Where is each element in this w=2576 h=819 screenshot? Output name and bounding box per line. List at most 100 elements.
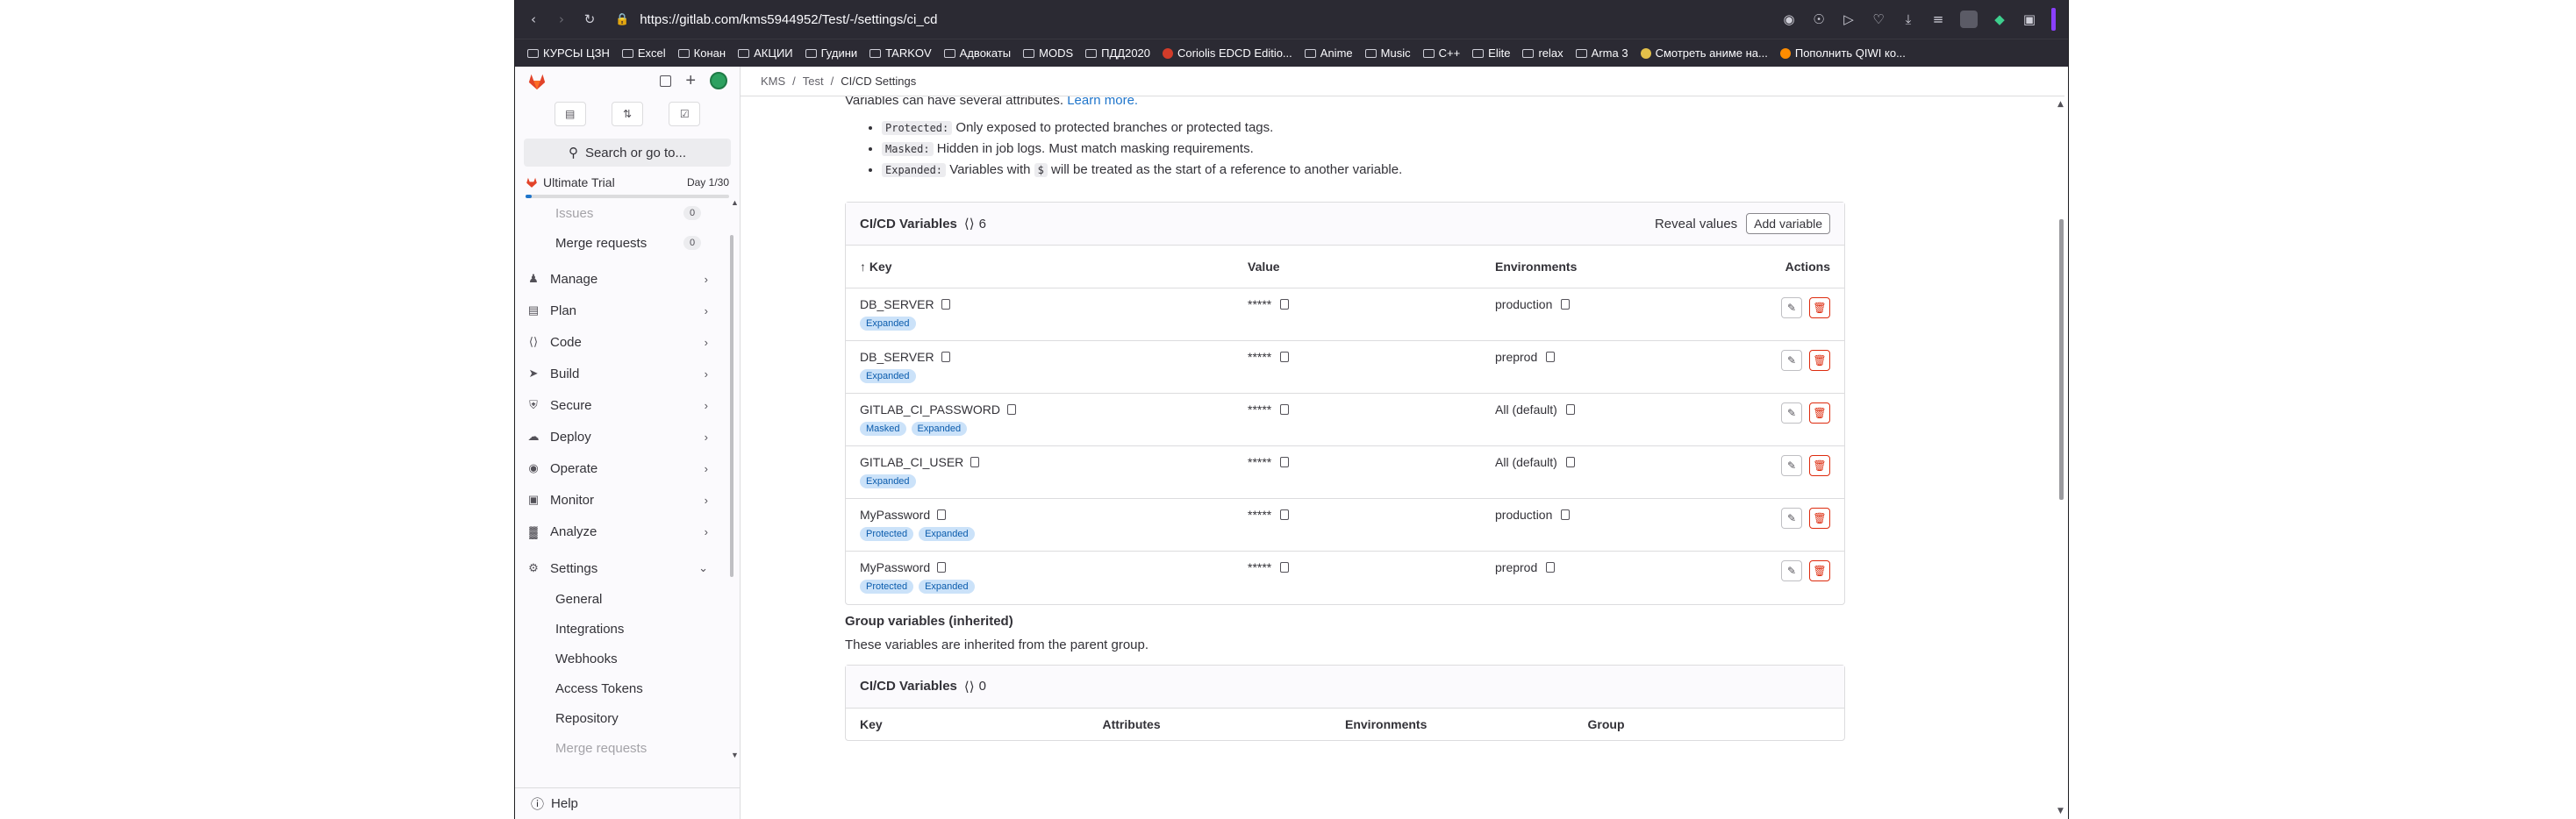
account-icon[interactable]: [1960, 11, 1978, 28]
sidebar-scrollbar[interactable]: ▲ ▼: [729, 198, 739, 759]
scrollbar-thumb[interactable]: [2059, 219, 2064, 500]
column-key[interactable]: ↑ Key: [846, 246, 1234, 288]
scrollbar-thumb[interactable]: [730, 235, 733, 577]
sidebar-item-merge-requests-settings[interactable]: Merge requests: [515, 733, 729, 759]
bookmark[interactable]: TARKOV: [869, 46, 932, 60]
sidebar-item-build[interactable]: ➤ Build ›: [515, 358, 729, 389]
plus-icon[interactable]: +: [685, 72, 696, 89]
extension-icon[interactable]: ◆: [1992, 11, 2007, 27]
learn-more-link[interactable]: Learn more.: [1067, 96, 1138, 108]
bookmark[interactable]: Excel: [621, 46, 666, 60]
sidebar-item-plan[interactable]: ▤ Plan ›: [515, 295, 729, 326]
url-text[interactable]: https://gitlab.com/kms5944952/Test/-/set…: [640, 12, 937, 27]
todo-tab-icon[interactable]: ☑: [669, 102, 701, 126]
edit-icon[interactable]: ✎: [1781, 297, 1802, 318]
bookmark[interactable]: Coriolis EDCD Editio...: [1163, 46, 1292, 60]
help-button[interactable]: ⓘ Help: [515, 787, 740, 819]
reveal-values-button[interactable]: Reveal values: [1655, 217, 1737, 231]
bookmark[interactable]: АКЦИИ: [738, 46, 793, 60]
shield-check-icon[interactable]: ☉: [1811, 11, 1827, 27]
delete-icon[interactable]: 🗑: [1809, 350, 1830, 371]
bookmark[interactable]: ПДД2020: [1085, 46, 1150, 60]
copy-icon[interactable]: [941, 299, 950, 310]
bookmark[interactable]: Anime: [1304, 46, 1353, 60]
bookmark[interactable]: Elite: [1472, 46, 1510, 60]
copy-icon[interactable]: [1546, 562, 1556, 573]
bookmark[interactable]: Адвокаты: [943, 46, 1011, 60]
delete-icon[interactable]: 🗑: [1809, 297, 1830, 318]
edit-icon[interactable]: ✎: [1781, 508, 1802, 529]
copy-icon[interactable]: [941, 352, 950, 362]
delete-icon[interactable]: 🗑: [1809, 402, 1830, 424]
bookmark[interactable]: Гудини: [805, 46, 857, 60]
sidebar-item-deploy[interactable]: ☁ Deploy ›: [515, 421, 729, 452]
copy-icon[interactable]: [1007, 404, 1017, 415]
copy-icon[interactable]: [1561, 509, 1571, 520]
copy-icon[interactable]: [1280, 457, 1290, 467]
sidebar-item-merge-requests[interactable]: Merge requests 0: [515, 228, 729, 258]
reload-icon[interactable]: ↻: [580, 10, 599, 29]
sidebar-item-analyze[interactable]: ▓ Analyze ›: [515, 516, 729, 547]
heart-icon[interactable]: ♡: [1871, 11, 1886, 27]
add-variable-button[interactable]: Add variable: [1746, 213, 1830, 234]
sidebar-item-secure[interactable]: ⛨ Secure ›: [515, 389, 729, 421]
scroll-up-icon[interactable]: ▲: [731, 198, 739, 207]
url-bar[interactable]: 🔒 https://gitlab.com/kms5944952/Test/-/s…: [615, 6, 1781, 32]
user-avatar[interactable]: [710, 72, 727, 89]
breadcrumb-test[interactable]: Test: [803, 75, 824, 88]
copy-icon[interactable]: [1280, 562, 1290, 573]
copy-icon[interactable]: [1561, 299, 1571, 310]
collapse-sidebar-icon[interactable]: [660, 75, 672, 87]
sidebar-item-operate[interactable]: ◉ Operate ›: [515, 452, 729, 484]
bookmark[interactable]: Arma 3: [1575, 46, 1628, 60]
edit-icon[interactable]: ✎: [1781, 350, 1802, 371]
delete-icon[interactable]: 🗑: [1809, 455, 1830, 476]
main-scrollbar[interactable]: ▲ ▼: [2056, 96, 2068, 819]
copy-icon[interactable]: [1280, 404, 1290, 415]
sidebar-item-monitor[interactable]: ▣ Monitor ›: [515, 484, 729, 516]
copy-icon[interactable]: [937, 562, 947, 573]
sidebar-item-settings[interactable]: ⚙ Settings ⌄: [515, 552, 729, 584]
delete-icon[interactable]: 🗑: [1809, 508, 1830, 529]
play-icon[interactable]: ▷: [1841, 11, 1857, 27]
bookmark[interactable]: Music: [1364, 46, 1411, 60]
bookmark[interactable]: КУРСЫ ЦЗН: [527, 46, 610, 60]
cube-icon[interactable]: ▣: [2021, 11, 2037, 27]
edit-icon[interactable]: ✎: [1781, 455, 1802, 476]
sidebar-item-access-tokens[interactable]: Access Tokens: [515, 673, 729, 703]
copy-icon[interactable]: [937, 509, 947, 520]
back-icon[interactable]: ‹: [524, 10, 543, 29]
sidebar-toggle-icon[interactable]: [2051, 8, 2056, 31]
download-icon[interactable]: ⤓: [1900, 11, 1916, 27]
copy-icon[interactable]: [1546, 352, 1556, 362]
bookmark[interactable]: relax: [1522, 46, 1563, 60]
breadcrumb-kms[interactable]: KMS: [761, 75, 785, 88]
breadcrumb-current[interactable]: CI/CD Settings: [841, 75, 916, 88]
copy-icon[interactable]: [1565, 404, 1575, 415]
gitlab-logo-icon[interactable]: [527, 72, 547, 91]
scroll-down-icon[interactable]: ▼: [731, 751, 739, 759]
sidebar-item-repository[interactable]: Repository: [515, 703, 729, 733]
forward-icon[interactable]: ›: [552, 10, 571, 29]
trial-widget[interactable]: Ultimate Trial Day 1/30: [515, 172, 740, 200]
copy-icon[interactable]: [1280, 352, 1290, 362]
camera-icon[interactable]: ◉: [1781, 11, 1797, 27]
delete-icon[interactable]: 🗑: [1809, 560, 1830, 581]
bookmark[interactable]: Пополнить QIWI ко...: [1779, 46, 1906, 60]
search-button[interactable]: ⚲ Search or go to...: [524, 139, 731, 167]
sidebar-item-general[interactable]: General: [515, 584, 729, 614]
issues-tab-icon[interactable]: ▤: [554, 102, 586, 126]
sidebar-item-issues[interactable]: Issues 0: [515, 198, 729, 228]
sidebar-item-integrations[interactable]: Integrations: [515, 614, 729, 644]
scroll-up-icon[interactable]: ▲: [2057, 100, 2064, 109]
copy-icon[interactable]: [1280, 509, 1290, 520]
bookmark[interactable]: Смотреть аниме на...: [1640, 46, 1768, 60]
sidebar-item-webhooks[interactable]: Webhooks: [515, 644, 729, 673]
copy-icon[interactable]: [1280, 299, 1290, 310]
bookmark[interactable]: MODS: [1023, 46, 1073, 60]
menu-icon[interactable]: ≡: [1930, 11, 1946, 27]
copy-icon[interactable]: [1565, 457, 1575, 467]
bookmark[interactable]: Конан: [677, 46, 726, 60]
sidebar-item-manage[interactable]: ♟ Manage ›: [515, 263, 729, 295]
edit-icon[interactable]: ✎: [1781, 560, 1802, 581]
